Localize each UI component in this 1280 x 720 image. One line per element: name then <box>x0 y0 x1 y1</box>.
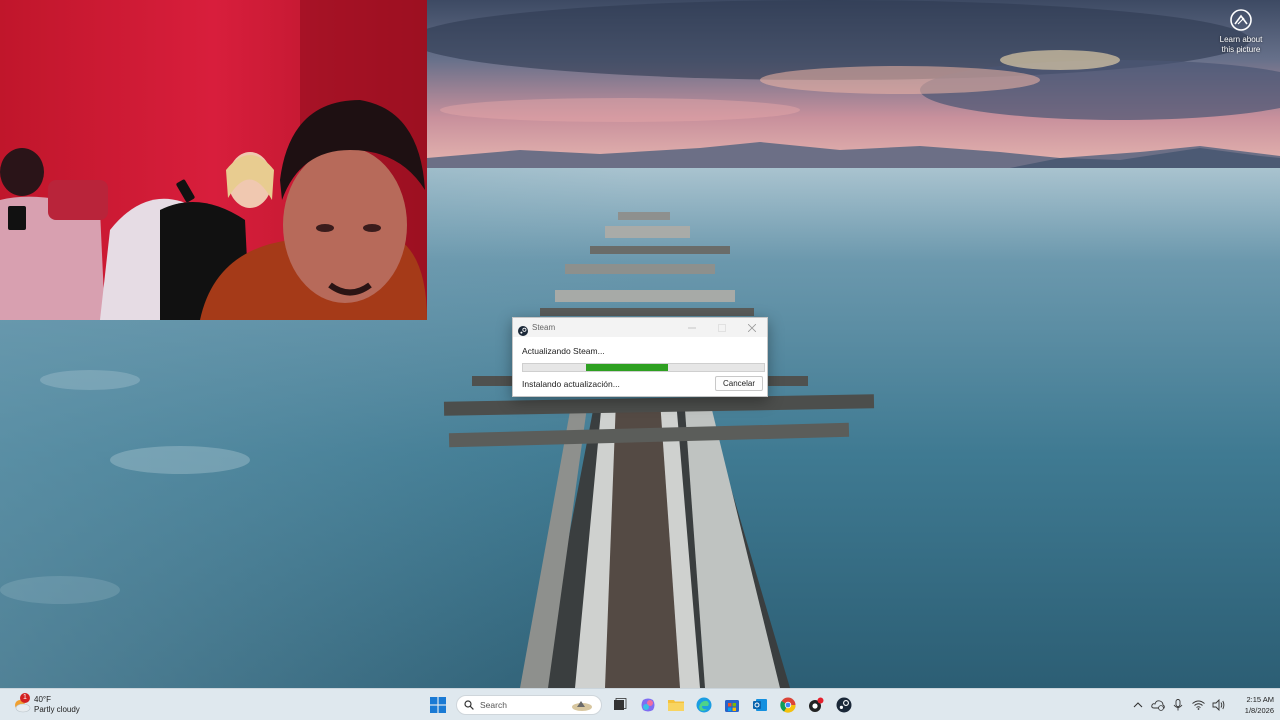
weather-temperature: 40°F <box>34 695 51 704</box>
wifi-tray-button[interactable] <box>1188 695 1208 715</box>
wifi-icon <box>1191 700 1205 710</box>
minimize-icon <box>688 327 696 328</box>
pinned-app-with-notification-button[interactable] <box>802 692 830 718</box>
task-view-icon <box>614 698 627 710</box>
search-highlight-icon <box>571 698 593 717</box>
close-button[interactable] <box>737 318 767 337</box>
volume-tray-button[interactable] <box>1208 695 1228 715</box>
microphone-icon <box>1173 699 1183 711</box>
learn-about-line2: this picture <box>1221 45 1261 54</box>
maximize-button[interactable] <box>707 318 737 337</box>
dialog-status-text: Instalando actualización... <box>522 378 620 389</box>
edge-icon <box>696 697 712 713</box>
update-progress-fill <box>585 364 668 371</box>
learn-about-picture-widget[interactable]: Learn about this picture <box>1212 8 1270 55</box>
onedrive-tray-button[interactable] <box>1148 695 1168 715</box>
show-hidden-icons-button[interactable] <box>1128 695 1148 715</box>
dialog-title: Steam <box>532 323 556 332</box>
steam-logo-icon <box>518 323 528 336</box>
cloud-sync-icon <box>1151 700 1165 711</box>
taskbar-search-box[interactable]: Search <box>456 695 602 715</box>
minimize-button[interactable] <box>677 318 707 337</box>
app-notification-icon <box>809 697 824 712</box>
store-icon <box>725 700 739 712</box>
clock-date: 1/8/2026 <box>1244 706 1274 715</box>
chrome-button[interactable] <box>774 692 802 718</box>
maximize-icon <box>718 323 726 332</box>
clock-time: 2:15 AM <box>1246 695 1274 704</box>
weather-condition: Partly cloudy <box>34 705 80 714</box>
folder-icon <box>668 700 684 711</box>
file-explorer-button[interactable] <box>662 692 690 718</box>
webcam-overlay <box>0 0 427 320</box>
learn-about-picture-icon <box>1229 8 1253 32</box>
outlook-icon <box>753 699 767 711</box>
taskbar-clock[interactable]: 2:15 AM 1/8/2026 <box>1234 694 1274 716</box>
steam-update-dialog: Steam Actualizando Steam... Instalando a… <box>512 317 768 397</box>
outlook-button[interactable] <box>746 692 774 718</box>
taskbar: 1 40°F Partly cloudy Search 2:15 AM 1/8/… <box>0 688 1280 720</box>
cancel-button[interactable]: Cancelar <box>715 376 763 391</box>
system-tray: 2:15 AM 1/8/2026 <box>1128 692 1274 718</box>
close-icon <box>748 323 756 332</box>
learn-about-line1: Learn about <box>1219 35 1263 44</box>
chevron-up-icon <box>1133 702 1143 708</box>
copilot-button[interactable] <box>634 692 662 718</box>
copilot-icon <box>641 698 655 712</box>
microsoft-store-button[interactable] <box>718 692 746 718</box>
edge-browser-button[interactable] <box>690 692 718 718</box>
speaker-icon <box>1212 699 1224 711</box>
microphone-tray-button[interactable] <box>1168 695 1188 715</box>
weather-widget[interactable]: 1 40°F Partly cloudy <box>12 692 80 718</box>
dialog-heading: Actualizando Steam... <box>522 346 605 356</box>
steam-icon <box>836 697 852 713</box>
windows-start-button[interactable] <box>424 692 452 718</box>
search-icon <box>464 700 474 710</box>
steam-taskbar-button[interactable] <box>830 692 858 718</box>
task-view-button[interactable] <box>606 692 634 718</box>
search-placeholder: Search <box>480 700 507 710</box>
dialog-titlebar[interactable]: Steam <box>513 318 767 337</box>
windows-logo-icon <box>430 697 446 713</box>
chrome-icon <box>780 697 796 713</box>
weather-alert-badge: 1 <box>20 693 30 703</box>
update-progress-bar <box>522 363 765 372</box>
weather-cloud-icon: 1 <box>12 693 32 715</box>
